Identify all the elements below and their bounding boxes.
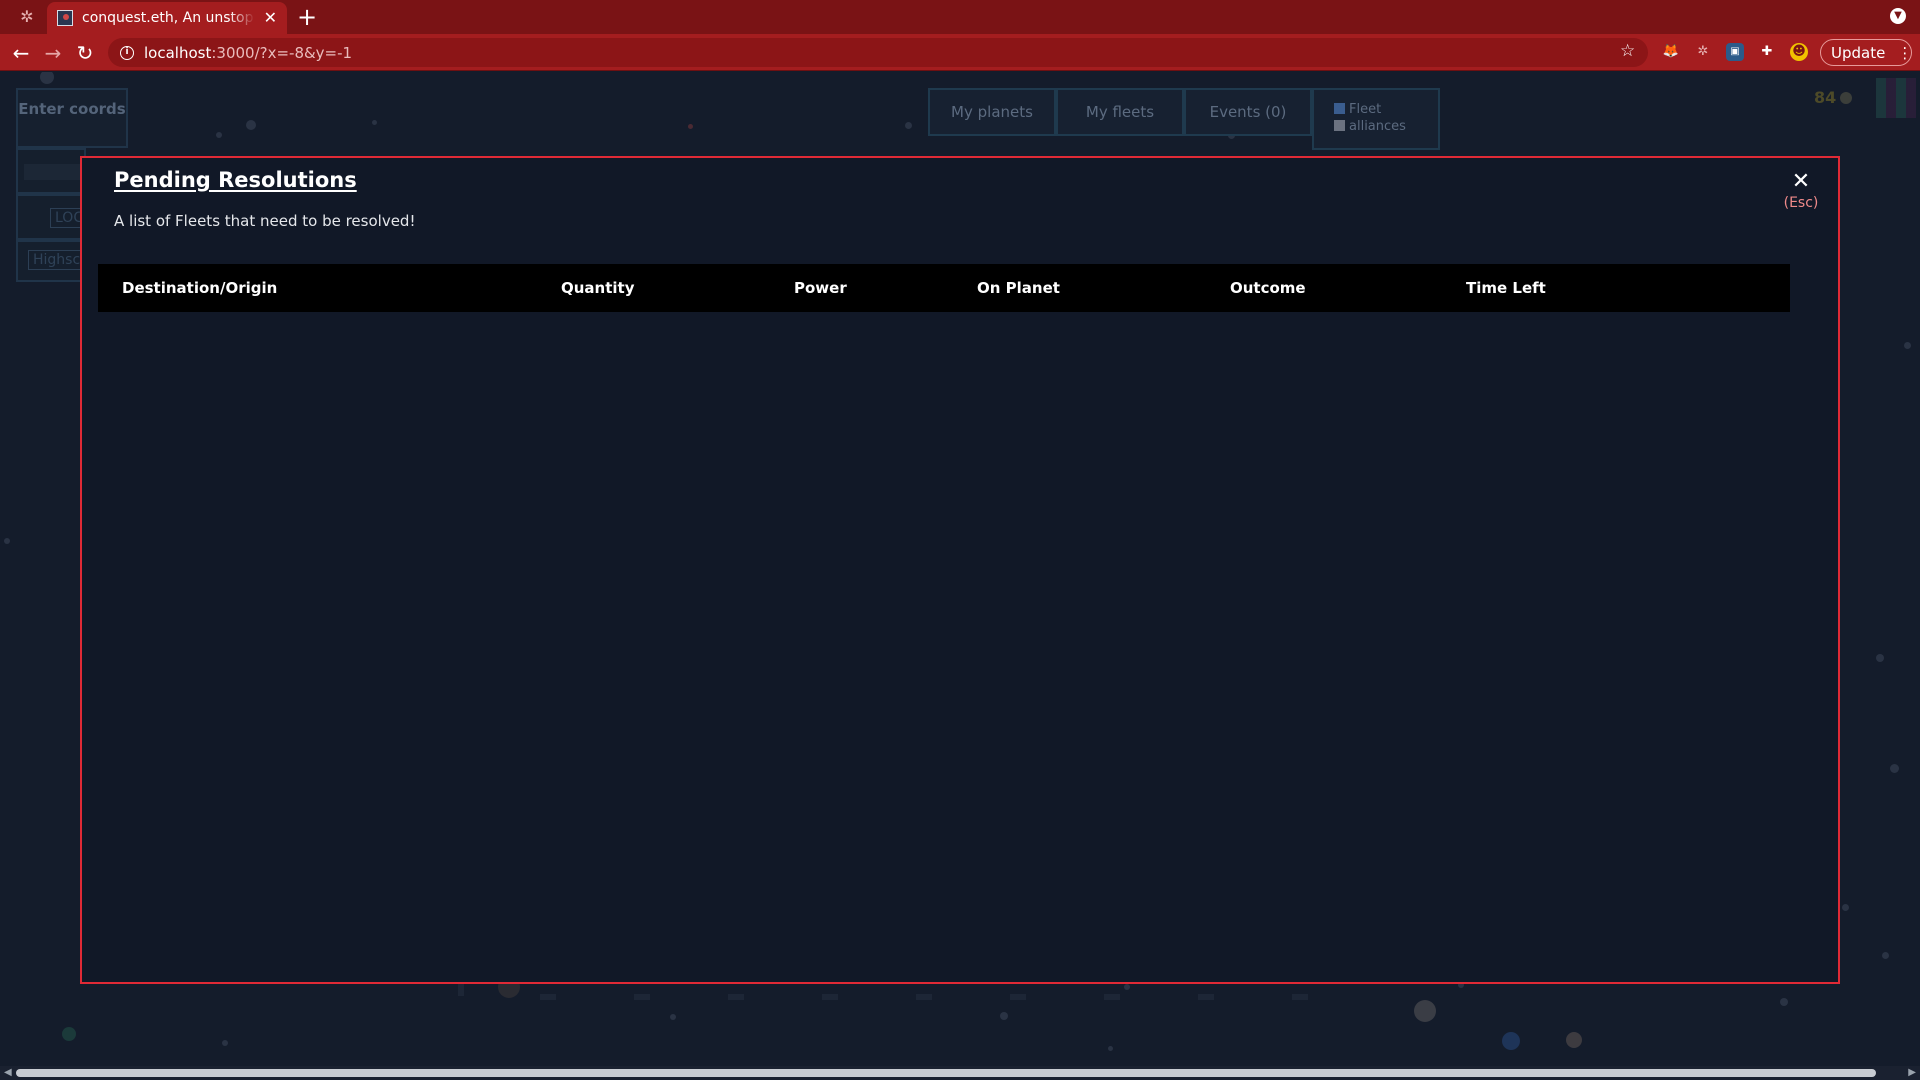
planet-dot xyxy=(1876,654,1884,662)
player-score: 84 xyxy=(1814,88,1853,107)
browser-tab-active[interactable]: conquest.eth, An unstoppable ✕ xyxy=(47,2,287,34)
planet-dot xyxy=(1108,1046,1113,1051)
fleet-toggle[interactable]: Fleet xyxy=(1334,102,1438,118)
column-power: Power xyxy=(794,279,847,297)
planet-dot xyxy=(670,1014,676,1020)
highscores-button[interactable]: Highsc xyxy=(28,250,86,270)
map-marker xyxy=(1292,994,1308,1000)
map-marker xyxy=(458,982,464,996)
update-button[interactable]: Update ⋮ xyxy=(1820,39,1912,66)
map-marker xyxy=(634,994,650,1000)
horizontal-scrollbar[interactable]: ◀ ▶ xyxy=(0,1066,1920,1080)
column-quantity: Quantity xyxy=(561,279,635,297)
planet-dot xyxy=(1882,952,1889,959)
planet-dot xyxy=(1842,904,1849,911)
reload-icon[interactable]: ↻ xyxy=(72,40,98,66)
tab-title: conquest.eth, An unstoppable xyxy=(82,10,255,26)
coords-input-panel xyxy=(16,148,86,194)
extension-gear-icon[interactable]: ✲ xyxy=(1694,43,1712,61)
alliances-toggle[interactable]: alliances xyxy=(1334,119,1438,135)
map-marker xyxy=(916,994,932,1000)
planet-dot xyxy=(1890,764,1899,773)
map-marker xyxy=(822,994,838,1000)
extension-screen-icon[interactable]: ▣ xyxy=(1726,43,1744,61)
browser-tab-bar: ✲ conquest.eth, An unstoppable ✕ + ▼ xyxy=(0,0,1920,34)
table-header-row: Destination/Origin Quantity Power On Pla… xyxy=(98,264,1790,312)
planet-dot xyxy=(216,132,222,138)
alliances-toggle-label: alliances xyxy=(1349,119,1406,134)
planet-dot xyxy=(1000,1012,1008,1020)
planet-dot xyxy=(4,538,10,544)
planet-dot xyxy=(372,120,377,125)
events-tab[interactable]: Events (0) xyxy=(1184,88,1312,136)
scrollbar-thumb[interactable] xyxy=(16,1069,1876,1077)
score-value: 84 xyxy=(1814,88,1837,107)
coords-input[interactable] xyxy=(24,164,80,180)
map-marker xyxy=(728,994,744,1000)
enter-coords-button[interactable]: Enter coords xyxy=(16,88,128,148)
modal-close-button[interactable]: ✕ (Esc) xyxy=(1780,171,1822,212)
alliances-checkbox[interactable] xyxy=(1334,120,1345,131)
my-planets-tab[interactable]: My planets xyxy=(928,88,1056,136)
profile-avatar-icon[interactable]: ☻ xyxy=(1790,43,1808,61)
planet-dot xyxy=(1566,1032,1582,1048)
site-info-icon[interactable]: i xyxy=(120,45,134,60)
player-avatar[interactable] xyxy=(1876,78,1916,118)
bookmark-star-icon[interactable]: ☆ xyxy=(1620,41,1635,61)
column-outcome: Outcome xyxy=(1230,279,1306,297)
map-marker xyxy=(1104,994,1120,1000)
planet-dot xyxy=(222,1040,228,1046)
new-tab-plus-icon[interactable]: + xyxy=(297,4,317,30)
modal-subtitle: A list of Fleets that need to be resolve… xyxy=(114,212,416,230)
locate-panel: LOC xyxy=(16,194,89,240)
browser-toolbar: ← → ↻ i localhost:3000/?x=-8&y=-1 ☆ 🦊 ✲ … xyxy=(0,34,1920,71)
pending-resolutions-modal: Pending Resolutions ✕ (Esc) A list of Fl… xyxy=(80,156,1840,984)
fleet-toggle-label: Fleet xyxy=(1349,102,1382,117)
close-icon[interactable]: ✕ xyxy=(1780,171,1822,193)
back-arrow-icon[interactable]: ← xyxy=(8,40,34,66)
tab-close-icon[interactable]: ✕ xyxy=(264,10,277,26)
planet-dot xyxy=(905,122,912,129)
url-path: :3000/?x=-8&y=-1 xyxy=(211,43,353,62)
planet-dot xyxy=(1124,984,1130,990)
tab-search-icon[interactable]: ✲ xyxy=(18,8,36,26)
coin-icon xyxy=(1840,92,1853,104)
planet-dot xyxy=(688,124,693,129)
close-shortcut-label: (Esc) xyxy=(1783,195,1819,211)
menu-dots-icon: ⋮ xyxy=(1897,43,1912,62)
update-label: Update xyxy=(1831,43,1886,62)
scroll-right-icon[interactable]: ▶ xyxy=(1908,1067,1916,1078)
modal-title: Pending Resolutions xyxy=(114,168,357,192)
address-bar[interactable]: i localhost:3000/?x=-8&y=-1 xyxy=(108,38,1648,67)
metamask-extension-icon[interactable]: 🦊 xyxy=(1662,43,1680,61)
my-fleets-tab[interactable]: My fleets xyxy=(1056,88,1184,136)
game-map[interactable]: Enter coords LOC Highsc My planets My fl… xyxy=(0,72,1920,1080)
column-time-left: Time Left xyxy=(1466,279,1546,297)
planet-dot xyxy=(40,72,54,84)
extensions-puzzle-icon[interactable]: ✚ xyxy=(1758,43,1776,61)
scroll-left-icon[interactable]: ◀ xyxy=(4,1067,12,1078)
map-marker xyxy=(540,994,556,1000)
column-on-planet: On Planet xyxy=(977,279,1060,297)
planet-dot xyxy=(62,1027,76,1041)
column-destination-origin: Destination/Origin xyxy=(122,279,278,297)
map-toggles-panel: Fleet alliances xyxy=(1312,88,1440,150)
highscores-panel: Highsc xyxy=(16,240,86,282)
planet-dot xyxy=(1904,342,1911,349)
map-marker xyxy=(1010,994,1026,1000)
planet-dot xyxy=(1502,1032,1520,1050)
url-host: localhost xyxy=(144,43,212,62)
forward-arrow-icon[interactable]: → xyxy=(40,40,66,66)
fleet-checkbox[interactable] xyxy=(1334,103,1345,114)
favicon-icon xyxy=(57,10,73,26)
planet-dot xyxy=(246,120,256,130)
planet-dot xyxy=(1414,1000,1436,1022)
map-marker xyxy=(1198,994,1214,1000)
tab-list-chevron-icon[interactable]: ▼ xyxy=(1890,8,1906,24)
planet-dot xyxy=(1780,998,1788,1006)
